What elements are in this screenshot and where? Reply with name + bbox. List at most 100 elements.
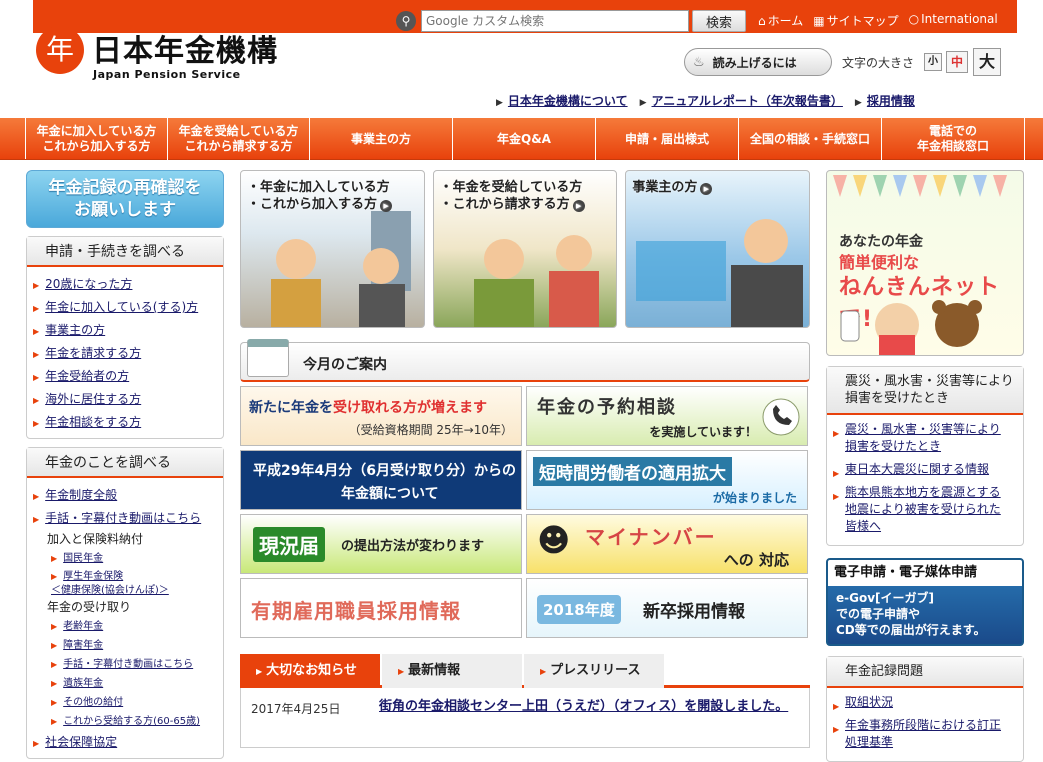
list-item[interactable]: ▶ 年金を請求する方 — [33, 342, 223, 365]
gnav-spacer — [0, 118, 26, 159]
triangle-icon: ▶ — [51, 622, 58, 631]
left-sidebar: 年金記録の再確認を お願いします 申請・手続きを調べる ▶ 20歳になった方 ▶ 年… — [26, 170, 224, 759]
sublink-annual-report[interactable]: ▶ アニュアルレポート（年次報告書） — [640, 92, 843, 109]
list-item[interactable]: ▶ 年金事務所段階における訂正 処理基準 — [833, 717, 1019, 751]
triangle-icon: ▶ — [51, 554, 58, 563]
triangle-icon: ▶ — [540, 667, 547, 676]
triangle-icon: ▶ — [496, 98, 503, 108]
procedures-box: 申請・手続きを調べる ▶ 20歳になった方 ▶ 年金に加入している(する)方 ▶ 事業… — [26, 236, 224, 439]
triangle-icon: ▶ — [51, 572, 58, 581]
list-item[interactable]: ▶ 遺族年金 — [33, 674, 223, 693]
list-item[interactable]: ▶ 取組状況 — [833, 694, 1019, 711]
audience-cards: ・年金に加入している方 ・これから加入する方 ▶ ・年金を受給している方 ・これか… — [240, 170, 811, 328]
logo-text-en: Japan Pension Service — [93, 68, 241, 81]
banner-part-time[interactable]: 短時間労働者の適用拡大 が始まりました — [526, 450, 808, 510]
news-link[interactable]: 街角の年金相談センター上田（うえだ）（オフィス）を開設しました。 — [379, 696, 799, 718]
triangle-icon: ▶ — [398, 667, 405, 676]
font-size-large-button[interactable]: 大 — [973, 48, 1002, 76]
triangle-icon: ▶ — [33, 515, 40, 524]
logo-text-jp: 日本年金機構 — [92, 34, 278, 69]
right-sidebar: あなたの年金 簡単便利な ねんきんネットで! 震災・風水害・災害等により 損害を… — [826, 170, 1024, 762]
triangle-icon: ▶ — [833, 725, 840, 734]
gnav-employer[interactable]: 事業主の方 — [310, 118, 453, 160]
triangle-icon: ▶ — [33, 350, 40, 359]
gnav-counters[interactable]: 全国の相談・手続窓口 — [739, 118, 882, 160]
site-logo[interactable]: 年 日本年金機構 Japan Pension Service — [36, 24, 316, 84]
list-item[interactable]: ▶ 老齢年金 — [33, 617, 223, 636]
list-item[interactable]: ▶ 年金に加入している(する)方 — [33, 296, 223, 319]
tab-important[interactable]: ▶ 大切なお知らせ — [240, 654, 380, 688]
card-caption: ・年金を受給している方 ・これから請求する方 ▶ — [440, 179, 585, 213]
news-tabs: ▶ 大切なお知らせ ▶ 最新情報 ▶ プレスリリース — [240, 654, 810, 688]
list-item[interactable]: ▶ 20歳になった方 — [33, 273, 223, 296]
arrow-right-icon: ▶ — [380, 200, 393, 212]
list-item[interactable]: ▶ 障害年金 — [33, 636, 223, 655]
sitemap-icon: ▦ — [813, 14, 825, 28]
card-employer[interactable]: 事業主の方 ▶ — [625, 170, 811, 328]
banner-fixed-term-recruit[interactable]: 有期雇用職員採用情報 — [240, 578, 522, 638]
search-button[interactable]: 検索 — [692, 10, 746, 32]
triangle-icon: ▶ — [51, 717, 58, 726]
list-item[interactable]: ▶ 東日本大震災に関する情報 — [833, 461, 1019, 478]
font-size-small-button[interactable]: 小 — [924, 53, 943, 71]
banner-pension-amount[interactable]: 平成29年4月分（6月受け取り分）からの 年金額について — [240, 450, 522, 510]
list-item[interactable]: ▶ 海外に居住する方 — [33, 388, 223, 411]
triangle-icon: ▶ — [854, 98, 862, 108]
egov-banner[interactable]: 電子申請・電子媒体申請 e-Gov[イーガブ] での電子申請や CD等での届出が… — [826, 558, 1024, 646]
gnav-phone[interactable]: 電話での 年金相談窓口 — [882, 118, 1025, 160]
monthly-title: 今月のご案内 — [303, 357, 387, 373]
pension-info-title: 年金のことを調べる — [27, 448, 223, 478]
gnav-forms[interactable]: 申請・届出様式 — [596, 118, 739, 160]
list-item[interactable]: ▶ 社会保障協定 — [33, 731, 223, 754]
banner-new-recipients[interactable]: 新たに年金を受け取れる方が増えます （受給資格期間 25年→10年） — [240, 386, 522, 446]
card-enrolled[interactable]: ・年金に加入している方 ・これから加入する方 ▶ — [240, 170, 425, 328]
home-link[interactable]: ⌂ ホーム — [758, 12, 803, 29]
triangle-icon: ▶ — [33, 739, 40, 748]
list-item[interactable]: ▶ 手話・字幕付き動画はこちら — [33, 655, 223, 674]
card-caption: 事業主の方 ▶ — [632, 179, 713, 196]
disaster-title: 震災・風水害・災害等により 損害を受けたとき — [827, 367, 1023, 415]
tab-latest[interactable]: ▶ 最新情報 — [382, 654, 522, 688]
list-item[interactable]: ▶ その他の給付 — [33, 693, 223, 712]
gnav-enrolled[interactable]: 年金に加入している方 これから加入する方 — [26, 118, 168, 160]
banner-mynumber[interactable]: ☻ マイナンバー への 対応 — [526, 514, 808, 574]
news-date: 2017年4月25日 — [251, 702, 341, 716]
list-item[interactable]: ▶ これから受給する方(60-65歳) — [33, 712, 223, 731]
tab-press[interactable]: ▶ プレスリリース — [524, 654, 664, 688]
triangle-icon: ▶ — [33, 327, 40, 336]
record-issues-title: 年金記録問題 — [827, 657, 1023, 688]
banner-new-grad-recruit[interactable]: 2018年度 新卒採用情報 — [526, 578, 808, 638]
sublink-recruit[interactable]: ▶ 採用情報 — [855, 92, 915, 109]
gnav-receiving[interactable]: 年金を受給している方 これから請求する方 — [168, 118, 310, 160]
read-aloud-button[interactable]: ♨ 読み上げるには — [684, 48, 832, 76]
sitemap-link[interactable]: ▦ サイトマップ — [813, 12, 898, 29]
banner-reservation[interactable]: 年金の予約相談 を実施しています！ — [526, 386, 808, 446]
triangle-icon: ▶ — [33, 281, 40, 290]
list-item[interactable]: ▶ 厚生年金保険 ＜健康保険(協会けんぽ)＞ — [33, 568, 223, 598]
list-item[interactable]: ▶ 年金相談をする方 — [33, 411, 223, 434]
banner-status-report[interactable]: 現況届 の提出方法が変わります — [240, 514, 522, 574]
card-receiving[interactable]: ・年金を受給している方 ・これから請求する方 ▶ — [432, 170, 618, 328]
nenkin-net-banner[interactable]: あなたの年金 簡単便利な ねんきんネットで! — [826, 170, 1024, 356]
list-item[interactable]: ▶ 事業主の方 — [33, 319, 223, 342]
list-item[interactable]: ▶ 年金受給者の方 — [33, 365, 223, 388]
rabbit-icon: ☻ — [537, 521, 571, 559]
list-item[interactable]: ▶ 震災・風水害・災害等により 損害を受けたとき — [833, 421, 1019, 455]
calendar-icon — [247, 339, 289, 377]
phone-icon — [762, 398, 800, 436]
search-input[interactable] — [421, 10, 689, 32]
list-item[interactable]: ▶ 国民年金 — [33, 549, 223, 568]
gnav-qa[interactable]: 年金Q&A — [453, 118, 596, 160]
triangle-icon: ▶ — [51, 660, 58, 669]
font-size-medium-button[interactable]: 中 — [946, 51, 969, 73]
card-caption: ・年金に加入している方 ・これから加入する方 ▶ — [247, 179, 393, 213]
procedures-title: 申請・手続きを調べる — [27, 237, 223, 267]
list-item[interactable]: ▶ 熊本県熊本地方を震源とする 地震により被害を受けられた 皆様へ — [833, 484, 1019, 535]
sublink-about[interactable]: ▶ 日本年金機構について — [496, 92, 628, 109]
list-item[interactable]: ▶ 手話・字幕付き動画はこちら — [33, 507, 223, 530]
main-content: ・年金に加入している方 ・これから加入する方 ▶ ・年金を受給している方 ・これか… — [240, 170, 811, 748]
record-check-banner[interactable]: 年金記録の再確認を お願いします — [26, 170, 224, 228]
list-item[interactable]: ▶ 年金制度全般 — [33, 484, 223, 507]
international-link[interactable]: ○ International — [909, 12, 998, 29]
news-list: 2017年4月25日 街角の年金相談センター上田（うえだ）（オフィス）を開設しま… — [240, 688, 810, 748]
